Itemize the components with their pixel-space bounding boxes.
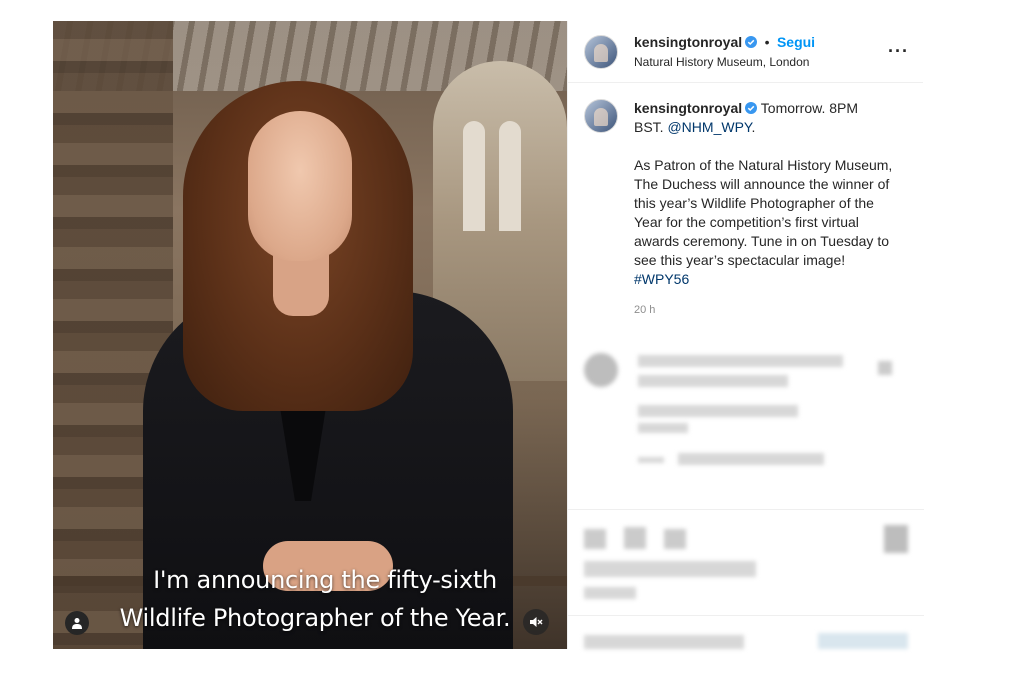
verified-badge-icon (745, 102, 758, 114)
date-blurred (584, 587, 636, 599)
hashtag-link[interactable]: #WPY56 (634, 271, 689, 287)
post-side-panel: kensingtonroyal • Segui Natural History … (567, 21, 924, 649)
mention-link[interactable]: @NHM_WPY (667, 119, 751, 135)
speaker-figure (143, 41, 513, 649)
comment-text-blurred (638, 405, 798, 417)
mute-button[interactable] (523, 609, 549, 635)
view-replies-line (638, 457, 664, 463)
user-icon (72, 618, 82, 629)
caption-intro: Tomorrow. 8PM (760, 100, 859, 116)
verified-badge-icon (745, 36, 758, 48)
heart-icon (584, 529, 606, 549)
video-subtitle-line-1: I'm announcing the fifty-sixth (153, 566, 497, 594)
comment-text-blurred (638, 375, 788, 387)
likes-count-blurred (584, 561, 756, 577)
bookmark-icon (884, 525, 908, 553)
location-link[interactable]: Natural History Museum, London (634, 55, 815, 69)
caption-body: As Patron of the Natural History Museum,… (634, 157, 893, 268)
add-comment-input-blurred (584, 635, 744, 649)
publish-button-blurred (818, 633, 908, 649)
video-subtitle-line-2: Wildlife Photographer of the Year. (119, 604, 511, 632)
post-timestamp: 20 h (634, 304, 656, 316)
censored-comments-area (568, 349, 924, 649)
header-username[interactable]: kensingtonroyal (634, 34, 742, 50)
divider (568, 509, 924, 510)
speaker-face (248, 111, 352, 261)
post-video[interactable]: I'm announcing the fifty-sixth Wildlife … (53, 21, 567, 649)
divider (568, 615, 924, 616)
caption-username[interactable]: kensingtonroyal (634, 100, 742, 116)
tagged-people-button[interactable] (65, 611, 89, 635)
follow-button[interactable]: Segui (777, 34, 815, 50)
caption-punct: . (751, 119, 756, 135)
caption-text: kensingtonroyal Tomorrow. 8PM BST. @NHM_… (634, 99, 894, 320)
post-header: kensingtonroyal • Segui Natural History … (568, 21, 923, 83)
header-text: kensingtonroyal • Segui Natural History … (634, 34, 815, 69)
avatar[interactable] (584, 99, 618, 133)
caption-intro-2: BST. (634, 119, 668, 135)
avatar[interactable] (584, 34, 618, 69)
like-comment-icon (878, 361, 892, 375)
more-options-icon[interactable]: ··· (888, 41, 909, 62)
comment-meta-blurred (638, 423, 688, 433)
share-icon (664, 529, 686, 549)
speaker-muted-icon (530, 617, 543, 627)
comment-avatar (584, 353, 618, 387)
view-replies-blurred (678, 453, 824, 465)
comment-text-blurred (638, 355, 843, 367)
post-caption: kensingtonroyal Tomorrow. 8PM BST. @NHM_… (568, 83, 923, 320)
instagram-post: I'm announcing the fifty-sixth Wildlife … (53, 21, 924, 649)
comment-icon (624, 527, 646, 549)
dot-separator: • (764, 34, 770, 50)
